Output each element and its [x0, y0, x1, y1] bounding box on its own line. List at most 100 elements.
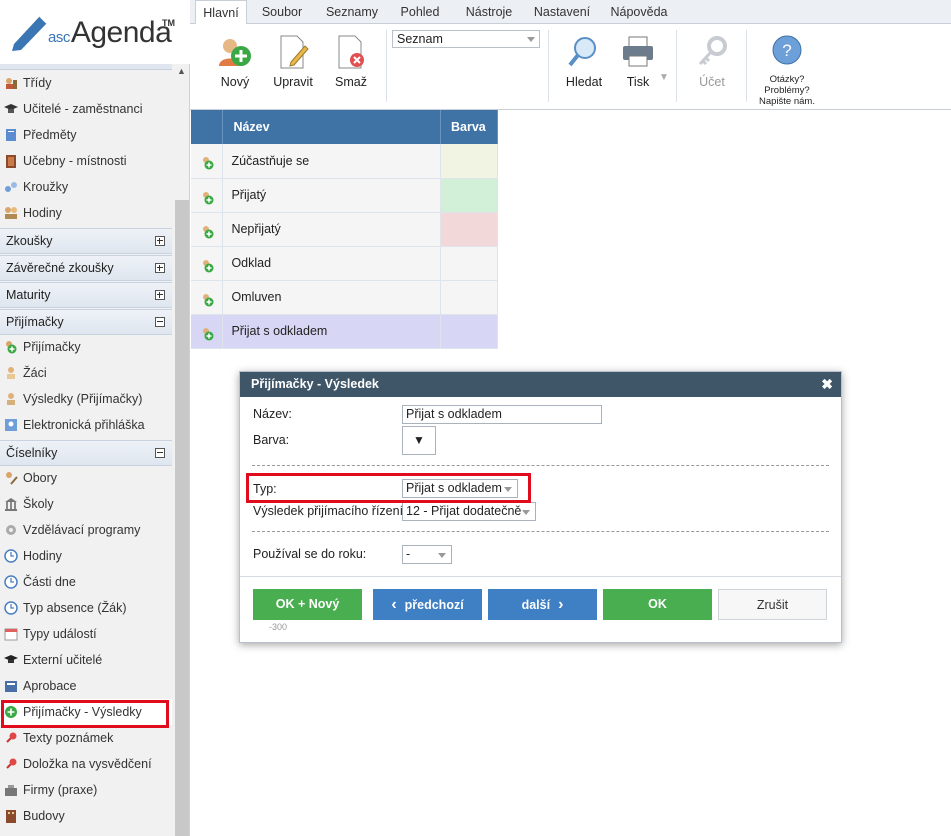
- table-row[interactable]: Zúčastňuje se: [191, 144, 498, 179]
- table-row[interactable]: Přijat s odkladem: [191, 314, 498, 349]
- name-field[interactable]: Přijat s odkladem: [402, 405, 602, 424]
- clock-icon: [4, 549, 18, 563]
- dialog-header: Přijímačky - Výsledek ✖: [240, 372, 841, 397]
- table-row[interactable]: Omluven: [191, 280, 498, 315]
- person-add-icon: [203, 293, 214, 306]
- subject-icon: [6, 129, 16, 141]
- sidebar-item-vzdelavaci-programy[interactable]: Vzdělávací programy: [0, 517, 172, 543]
- table-row[interactable]: Nepřijatý: [191, 212, 498, 247]
- tab-nastaveni[interactable]: Nastavení: [530, 0, 594, 24]
- sidebar-item-casti-dne[interactable]: Části dne: [0, 569, 172, 595]
- sidebar-item-label: Hodiny: [23, 206, 62, 220]
- sidebar-item-zaci[interactable]: Žáci: [0, 360, 172, 386]
- sidebar-item-label: Obory: [23, 471, 58, 485]
- scroll-up-icon[interactable]: ▲: [177, 66, 186, 76]
- new-button[interactable]: Nový: [212, 30, 258, 106]
- list-select-value: Seznam: [397, 32, 443, 46]
- section-ciselniky[interactable]: Číselníky: [0, 440, 172, 466]
- sidebar-item-tridy[interactable]: Třídy: [0, 70, 172, 96]
- print-button[interactable]: Tisk: [616, 30, 660, 106]
- collapse-icon[interactable]: [155, 317, 165, 327]
- sidebar-item-elektronicka-prihlaska[interactable]: Elektronická přihláška: [0, 412, 172, 438]
- sidebar-item-obory[interactable]: Obory: [0, 465, 172, 491]
- sidebar-item-ucitele[interactable]: Učitelé - zaměstnanci: [0, 96, 172, 122]
- row-name: Nepřijatý: [222, 212, 442, 247]
- expand-icon[interactable]: [155, 290, 165, 300]
- chevron-down-icon: [438, 553, 446, 558]
- tab-napoveda[interactable]: Nápověda: [608, 0, 670, 24]
- edit-button[interactable]: Upravit: [270, 30, 316, 106]
- section-prijimacky[interactable]: Přijímačky: [0, 309, 172, 335]
- teacher-icon: [4, 104, 18, 113]
- table-row[interactable]: Přijatý: [191, 178, 498, 213]
- sidebar-item-label: Hodiny: [23, 549, 62, 563]
- section-zaverecne-zkousky[interactable]: Závěrečné zkoušky: [0, 255, 172, 281]
- sidebar-item-predmety[interactable]: Předměty: [0, 122, 172, 148]
- sidebar-item-hodiny-2[interactable]: Hodiny: [0, 543, 172, 569]
- close-icon[interactable]: ✖: [821, 372, 833, 397]
- help-button[interactable]: ? Otázky? Problémy? Napište nám.: [756, 30, 818, 107]
- list-select[interactable]: Seznam: [392, 30, 540, 48]
- search-button[interactable]: Hledat: [560, 30, 608, 106]
- previous-button[interactable]: ‹ předchozí: [373, 589, 482, 620]
- sidebar-item-texty-poznamek[interactable]: Texty poznámek: [0, 725, 172, 751]
- row-name: Přijat s odkladem: [222, 314, 442, 349]
- sidebar-item-ucebny[interactable]: Učebny - místnosti: [0, 148, 172, 174]
- results-table: Název Barva Zúčastňuje se Přijatý Nepřijat…: [191, 110, 498, 349]
- sidebar-item-label: Předměty: [23, 128, 77, 142]
- sidebar-scrollbar[interactable]: ▲: [174, 64, 189, 836]
- sidebar-item-hodiny[interactable]: Hodiny: [0, 200, 172, 226]
- next-button[interactable]: další ›: [488, 589, 597, 620]
- ok-new-button[interactable]: OK + Nový: [253, 589, 362, 620]
- pin-icon: [6, 732, 17, 743]
- approbation-icon: [5, 681, 17, 692]
- row-icon-cell: [191, 314, 224, 349]
- used-until-select[interactable]: -: [402, 545, 452, 564]
- sidebar-item-label: Typ absence (Žák): [23, 601, 127, 615]
- sidebar-item-externi-ucitele[interactable]: Externí učitelé: [0, 647, 172, 673]
- cancel-button[interactable]: Zrušit: [718, 589, 827, 620]
- sidebar-item-prijimacky[interactable]: Přijímačky: [0, 334, 172, 360]
- expand-icon[interactable]: [155, 236, 165, 246]
- section-zkousky[interactable]: Zkoušky: [0, 228, 172, 254]
- logo-text: ascAgenda: [48, 16, 172, 49]
- row-color: [440, 246, 498, 281]
- sidebar-item-krouzky[interactable]: Kroužky: [0, 174, 172, 200]
- sidebar-item-typy-udalosti[interactable]: Typy událostí: [0, 621, 172, 647]
- print-dropdown-icon[interactable]: ▼: [659, 72, 669, 83]
- delete-label: Smaž: [335, 75, 367, 89]
- delete-button[interactable]: Smaž: [328, 30, 374, 106]
- scrollbar-thumb[interactable]: [175, 200, 189, 836]
- club-icon: [5, 182, 17, 192]
- sidebar-item-budovy[interactable]: Budovy: [0, 803, 172, 829]
- room-icon: [6, 155, 16, 168]
- sidebar-item-vysledky[interactable]: Výsledky (Přijímačky): [0, 386, 172, 412]
- sidebar-item-label: Učebny - místnosti: [23, 154, 127, 168]
- expand-icon[interactable]: [155, 263, 165, 273]
- account-button[interactable]: Účet: [690, 30, 734, 106]
- tab-seznamy[interactable]: Seznamy: [320, 0, 384, 24]
- row-icon-cell: [191, 246, 224, 281]
- result-select[interactable]: 12 - Přijat dodatečně: [402, 502, 536, 521]
- section-maturity[interactable]: Maturity: [0, 282, 172, 308]
- table-row[interactable]: Odklad: [191, 246, 498, 281]
- sidebar-item-label: Přijímačky: [23, 340, 81, 354]
- sidebar-item-typ-absence[interactable]: Typ absence (Žák): [0, 595, 172, 621]
- row-icon-cell: [191, 178, 224, 213]
- header-name[interactable]: Název: [222, 110, 442, 144]
- color-picker-button[interactable]: ▼: [402, 426, 436, 455]
- tab-nastroje[interactable]: Nástroje: [460, 0, 518, 24]
- header-color[interactable]: Barva: [440, 110, 498, 144]
- sidebar-item-skoly[interactable]: Školy: [0, 491, 172, 517]
- sidebar-item-firmy[interactable]: Firmy (praxe): [0, 777, 172, 803]
- sidebar-item-dolozka[interactable]: Doložka na vysvědčení: [0, 751, 172, 777]
- sidebar-item-aprobace[interactable]: Aprobace: [0, 673, 172, 699]
- person-add-icon: [203, 225, 214, 238]
- tab-hlavni[interactable]: Hlavní: [195, 0, 247, 25]
- collapse-icon[interactable]: [155, 448, 165, 458]
- ok-button[interactable]: OK: [603, 589, 712, 620]
- tab-soubor[interactable]: Soubor: [254, 0, 310, 24]
- color-label: Barva:: [253, 433, 290, 447]
- used-until-value: -: [406, 547, 411, 561]
- tab-pohled[interactable]: Pohled: [396, 0, 444, 24]
